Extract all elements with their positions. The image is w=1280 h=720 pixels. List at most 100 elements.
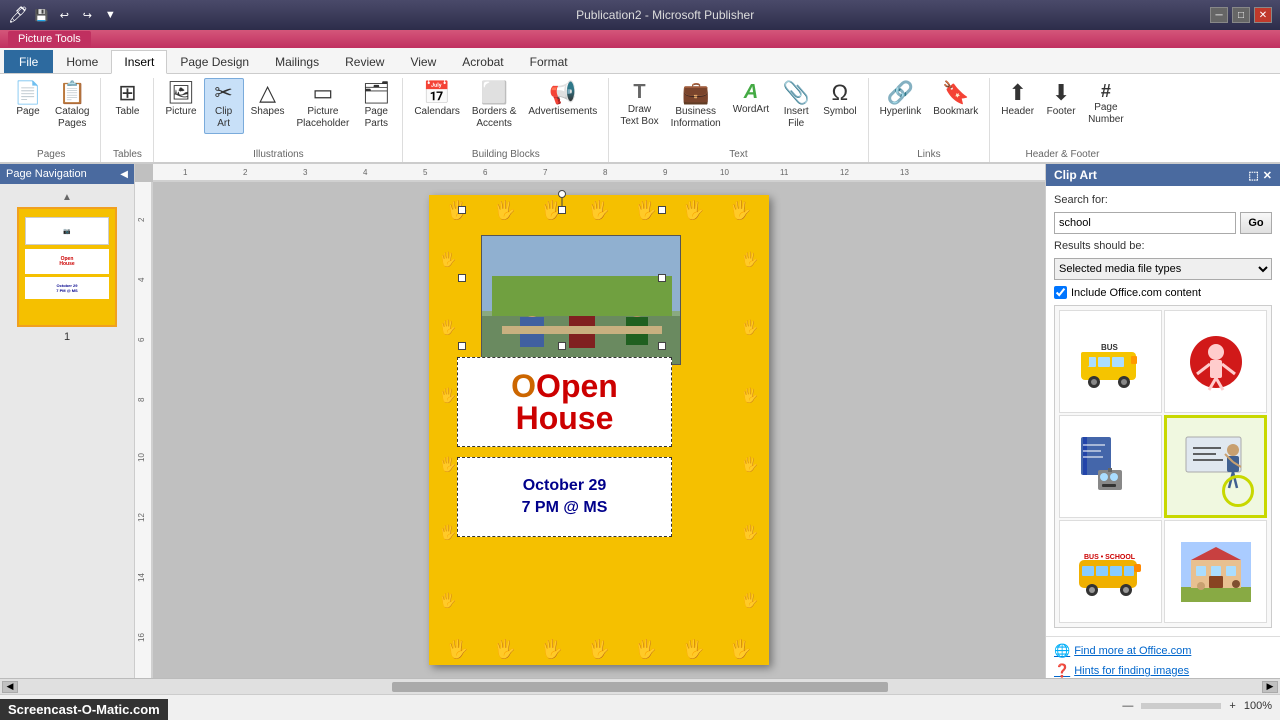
- nav-collapse-btn[interactable]: ◀: [120, 169, 128, 180]
- results-label: Results should be:: [1054, 240, 1272, 252]
- picture-tools-label: Picture Tools: [8, 31, 91, 47]
- minimize-button[interactable]: ─: [1210, 7, 1228, 23]
- illustrations-group-label: Illustrations: [160, 149, 396, 162]
- open-house-textbox[interactable]: OOpen House: [457, 357, 672, 447]
- tab-page-design[interactable]: Page Design: [167, 50, 262, 73]
- svg-text:6: 6: [483, 168, 488, 177]
- wordart-icon: A: [744, 82, 758, 102]
- tab-acrobat[interactable]: Acrobat: [449, 50, 516, 73]
- include-office-checkbox[interactable]: [1054, 286, 1067, 299]
- scrollbar-track[interactable]: [20, 682, 1260, 692]
- go-button[interactable]: Go: [1240, 212, 1272, 234]
- calendars-icon: 📅: [423, 82, 450, 104]
- ribbon-group-pages: 📄 Page 📋 CatalogPages Pages: [4, 78, 101, 162]
- building-blocks-buttons: 📅 Calendars ⬜ Borders &Accents 📢 Adverti…: [409, 78, 602, 149]
- find-more-link[interactable]: 🌐 Find more at Office.com: [1054, 643, 1272, 659]
- svg-text:BUS: BUS: [1101, 343, 1119, 352]
- scroll-right-btn[interactable]: ▶: [1262, 681, 1278, 693]
- calendars-button[interactable]: 📅 Calendars: [409, 78, 465, 122]
- draw-text-box-button[interactable]: T DrawText Box: [615, 78, 663, 132]
- clip-item-school[interactable]: [1164, 520, 1267, 623]
- borders-accents-button[interactable]: ⬜ Borders &Accents: [467, 78, 521, 134]
- ads-icon: 📢: [549, 82, 576, 104]
- page-button[interactable]: 📄 Page: [8, 78, 48, 122]
- page-number-label: 1: [8, 331, 126, 343]
- insert-file-icon: 📎: [783, 82, 810, 104]
- search-input[interactable]: [1054, 212, 1236, 234]
- footer-button[interactable]: ⬇ Footer: [1041, 78, 1081, 122]
- ribbon-group-illustrations: 🖼 Picture ✂ ClipArt △ Shapes ▭ PicturePl…: [156, 78, 403, 162]
- hints-link[interactable]: ❓ Hints for finding images: [1054, 663, 1272, 679]
- more-quick-btn[interactable]: ▼: [100, 5, 120, 25]
- panel-undock-btn[interactable]: ⬚: [1248, 169, 1258, 182]
- clip-art-title: Clip Art: [1054, 168, 1097, 182]
- page-number-button[interactable]: # PageNumber: [1083, 78, 1129, 130]
- canvas-content[interactable]: 🖐 🖐 🖐 🖐 🖐 🖐 🖐 🖐 🖐 🖐 🖐 🖐 🖐 🖐: [153, 182, 1045, 678]
- scrollbar-thumb[interactable]: [392, 682, 888, 692]
- page-parts-icon: 🗂: [362, 82, 390, 104]
- picture-button[interactable]: 🖼 Picture: [160, 78, 201, 122]
- canvas-area: 1 2 3 4 5 6 7 8 9 10 11 12 13 2 4 6: [135, 164, 1045, 678]
- maximize-button[interactable]: □: [1232, 7, 1250, 23]
- svg-text:2: 2: [137, 217, 146, 222]
- svg-text:16: 16: [137, 633, 146, 642]
- clip-item-teacher[interactable]: [1164, 415, 1267, 518]
- svg-text:8: 8: [137, 397, 146, 402]
- tab-mailings[interactable]: Mailings: [262, 50, 332, 73]
- illustrations-buttons: 🖼 Picture ✂ ClipArt △ Shapes ▭ PicturePl…: [160, 78, 396, 149]
- page-parts-button[interactable]: 🗂 PageParts: [356, 78, 396, 134]
- hyperlink-button[interactable]: 🔗 Hyperlink: [875, 78, 927, 122]
- scroll-left-btn[interactable]: ◀: [2, 681, 18, 693]
- publication-canvas: 🖐 🖐 🖐 🖐 🖐 🖐 🖐 🖐 🖐 🖐 🖐 🖐 🖐 🖐: [429, 195, 769, 665]
- catalog-icon: 📋: [59, 82, 86, 104]
- tab-home[interactable]: Home: [53, 50, 111, 73]
- table-button[interactable]: ⊞ Table: [107, 78, 147, 122]
- quick-access-toolbar[interactable]: 🖊 💾 ↩ ↪ ▼: [8, 5, 120, 25]
- catalog-pages-button[interactable]: 📋 CatalogPages: [50, 78, 94, 134]
- bookmark-button[interactable]: 🔖 Bookmark: [928, 78, 983, 122]
- date-line1: October 29: [523, 477, 607, 495]
- advertisements-button[interactable]: 📢 Advertisements: [523, 78, 602, 122]
- photo-placeholder[interactable]: [481, 235, 681, 365]
- business-info-button[interactable]: 💼 BusinessInformation: [666, 78, 726, 134]
- page-icon: 📄: [14, 82, 41, 104]
- table-icon: ⊞: [118, 82, 136, 104]
- links-group-label: Links: [875, 149, 984, 162]
- undo-quick-btn[interactable]: ↩: [54, 5, 74, 25]
- nav-header: Page Navigation ◀: [0, 164, 134, 184]
- clip-item-bus1[interactable]: BUS: [1059, 310, 1162, 413]
- panel-close-btn[interactable]: ✕: [1263, 169, 1272, 182]
- ribbon-group-tables: ⊞ Table Tables: [103, 78, 154, 162]
- page-thumbnail-1[interactable]: 📷 Open House October 29 7 PM @ MS: [17, 207, 117, 327]
- close-button[interactable]: ✕: [1254, 7, 1272, 23]
- date-textbox[interactable]: October 29 7 PM @ MS: [457, 457, 672, 537]
- clip-item-bus2[interactable]: BUS • SCHOOL: [1059, 520, 1162, 623]
- clip-item-book-robot[interactable]: [1059, 415, 1162, 518]
- clip-art-button[interactable]: ✂ ClipArt: [204, 78, 244, 134]
- bottom-border-decoration: 🖐 🖐 🖐 🖐 🖐 🖐 🖐: [434, 639, 764, 660]
- hints-icon: ❓: [1054, 663, 1070, 679]
- zoom-slider[interactable]: [1141, 703, 1221, 709]
- window-controls: ─ □ ✕: [1210, 7, 1272, 23]
- insert-file-button[interactable]: 📎 InsertFile: [776, 78, 816, 134]
- zoom-in-btn[interactable]: +: [1229, 700, 1235, 712]
- wordart-button[interactable]: A WordArt: [728, 78, 775, 120]
- tab-view[interactable]: View: [397, 50, 449, 73]
- scroll-up-btn[interactable]: ▲: [8, 192, 126, 203]
- ruler-top: 1 2 3 4 5 6 7 8 9 10 11 12 13: [153, 164, 1045, 182]
- symbol-button[interactable]: Ω Symbol: [818, 78, 861, 122]
- media-type-select[interactable]: Selected media file types: [1054, 258, 1272, 280]
- header-button[interactable]: ⬆ Header: [996, 78, 1039, 122]
- tab-file[interactable]: File: [4, 50, 53, 73]
- ribbon-group-links: 🔗 Hyperlink 🔖 Bookmark Links: [871, 78, 991, 162]
- tab-format[interactable]: Format: [517, 50, 581, 73]
- links-buttons: 🔗 Hyperlink 🔖 Bookmark: [875, 78, 984, 149]
- clip-item-red-circle[interactable]: [1164, 310, 1267, 413]
- tab-insert[interactable]: Insert: [111, 50, 167, 74]
- redo-quick-btn[interactable]: ↪: [77, 5, 97, 25]
- shapes-button[interactable]: △ Shapes: [246, 78, 290, 122]
- save-quick-btn[interactable]: 💾: [31, 5, 51, 25]
- tab-review[interactable]: Review: [332, 50, 397, 73]
- zoom-out-btn[interactable]: —: [1122, 700, 1133, 712]
- picture-placeholder-button[interactable]: ▭ PicturePlaceholder: [292, 78, 355, 134]
